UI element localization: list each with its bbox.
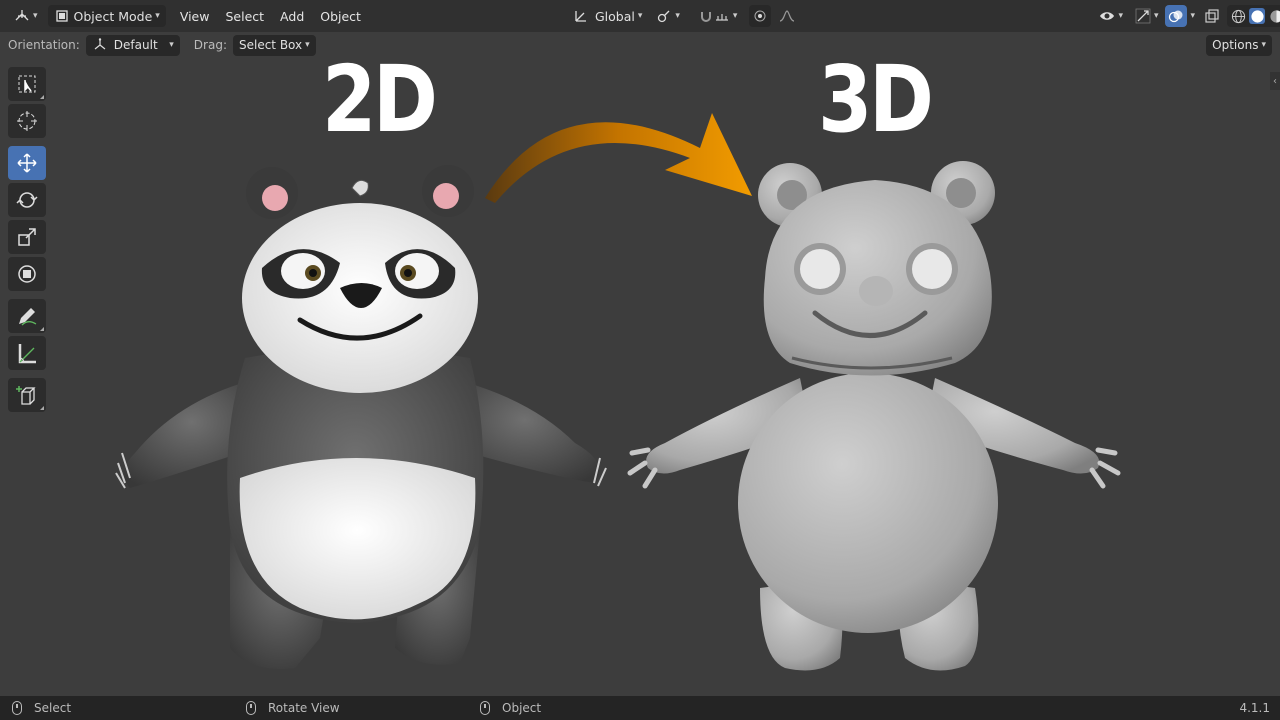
solid-shading-icon[interactable]: [1249, 8, 1266, 24]
viewport-artwork: [115, 113, 1121, 671]
tool-settings-bar: Orientation: Default ▾ Drag: Select Box …: [0, 32, 1280, 58]
tool-variants-indicator: [40, 406, 44, 410]
options-label: Options: [1212, 38, 1259, 52]
menu-select[interactable]: Select: [217, 9, 272, 24]
falloff-curve-icon: [779, 8, 795, 24]
gizmo-toggle-button[interactable]: ▾: [1129, 5, 1165, 27]
menu-view[interactable]: View: [172, 9, 218, 24]
chevron-down-icon: ▾: [732, 11, 738, 21]
chevron-down-icon: ▾: [1153, 11, 1159, 21]
eye-icon: [1099, 8, 1115, 24]
proportional-edit-icon: [752, 8, 768, 24]
overlays-toggle-button[interactable]: [1164, 5, 1187, 27]
wireframe-shading-icon[interactable]: [1230, 8, 1246, 24]
status-bar: Select Rotate View Object 4.1.1: [0, 696, 1280, 720]
select-box-tool[interactable]: [8, 67, 46, 101]
annotate-tool[interactable]: [8, 299, 46, 333]
chevron-down-icon: ▾: [675, 11, 680, 21]
orientation-gizmo-icon: [92, 37, 108, 53]
menu-object[interactable]: Object: [312, 9, 369, 24]
object-mode-icon: [54, 8, 70, 24]
panda-2d-illustration: [115, 165, 607, 669]
drag-dropdown[interactable]: Select Box ▾: [232, 34, 316, 56]
label-3d: 3D: [818, 46, 934, 153]
pivot-link-icon: [656, 8, 672, 24]
rotate-icon: [16, 192, 38, 208]
header-menus: View Select Add Object: [172, 9, 369, 24]
mouse-right-icon: [480, 701, 490, 715]
curved-arrow: [485, 113, 752, 203]
menu-add[interactable]: Add: [272, 9, 312, 24]
pivot-point-button[interactable]: ▾: [650, 5, 686, 27]
measure-ruler-icon: [18, 344, 36, 364]
label-2d: 2D: [322, 46, 438, 153]
chevron-down-icon: ▾: [305, 40, 310, 50]
mode-label: Object Mode: [73, 8, 153, 24]
rotate-tool[interactable]: [8, 183, 46, 217]
xray-icon: [1204, 8, 1220, 24]
mode-selector[interactable]: Object Mode ▾: [47, 5, 166, 27]
cursor-crosshair-icon: [17, 111, 37, 131]
transform-orientation-dropdown[interactable]: Global ▾: [567, 5, 648, 27]
annotate-pencil-icon: [19, 308, 37, 326]
snap-increment-icon: [714, 8, 730, 24]
editor-type-button[interactable]: ▾: [8, 5, 44, 27]
chevron-down-icon: ▾: [637, 11, 643, 21]
drag-value: Select Box: [238, 38, 303, 52]
header-bar: ▾ Object Mode ▾ View Select Add Object G…: [0, 0, 1280, 32]
gizmo-icon: [1135, 8, 1151, 24]
status-left-action: Select: [34, 701, 72, 715]
snap-toggle-button[interactable]: ▾: [692, 5, 744, 27]
chevron-down-icon: ▾: [33, 11, 38, 21]
cursor-tool[interactable]: [8, 104, 46, 138]
scale-tool[interactable]: [8, 220, 46, 254]
tool-variants-indicator: [40, 95, 44, 99]
transform-orientation-label: Global: [594, 8, 635, 24]
status-middle-action: Rotate View: [268, 701, 340, 715]
shading-modes-group: [1227, 5, 1280, 27]
orientation-value: Default: [113, 38, 158, 52]
status-right-click-hint: Object: [480, 701, 541, 715]
add-cube-icon: [16, 386, 36, 405]
bear-3d-model: [627, 161, 1121, 671]
options-dropdown[interactable]: Options ▾: [1206, 34, 1272, 56]
add-cube-tool[interactable]: [8, 378, 46, 412]
select-box-icon: [18, 75, 36, 93]
proportional-edit-button[interactable]: [749, 5, 772, 27]
visibility-button[interactable]: ▾: [1093, 5, 1129, 27]
chevron-down-icon: ▾: [169, 40, 174, 50]
editor-type-icon: [14, 8, 30, 24]
move-tool[interactable]: [8, 146, 46, 180]
orientation-axes-icon: [573, 8, 589, 24]
measure-tool[interactable]: [8, 336, 46, 370]
chevron-down-icon[interactable]: ▾: [1191, 11, 1196, 21]
drag-label: Drag:: [193, 38, 227, 52]
version-text: 4.1.1: [1239, 701, 1270, 715]
chevron-down-icon: ▾: [1261, 40, 1266, 50]
status-right-action: Object: [502, 701, 542, 715]
status-left-click-hint: Select: [12, 701, 71, 715]
overlays-icon: [1168, 8, 1184, 24]
3d-viewport[interactable]: 2D 3D: [0, 46, 1280, 696]
mouse-left-icon: [12, 701, 22, 715]
tool-shelf: [8, 67, 48, 415]
chevron-down-icon: ▾: [155, 11, 160, 21]
status-middle-click-hint: Rotate View: [246, 701, 340, 715]
magnet-icon: [698, 8, 714, 24]
chevron-down-icon: ▾: [1118, 11, 1123, 21]
orientation-dropdown[interactable]: Default ▾: [85, 34, 180, 56]
material-shading-icon[interactable]: [1268, 8, 1280, 24]
falloff-button[interactable]: [773, 5, 801, 27]
tool-variants-indicator: [40, 327, 44, 331]
move-arrows-icon: [17, 153, 37, 173]
version-label: 4.1.1: [1239, 701, 1270, 715]
sidebar-toggle-icon[interactable]: ‹: [1270, 72, 1280, 90]
mouse-middle-icon: [246, 701, 256, 715]
scale-icon: [18, 228, 36, 246]
xray-toggle-button[interactable]: [1201, 5, 1223, 27]
transform-icon: [18, 265, 36, 283]
transform-tool[interactable]: [8, 257, 46, 291]
orientation-label: Orientation:: [8, 38, 80, 52]
